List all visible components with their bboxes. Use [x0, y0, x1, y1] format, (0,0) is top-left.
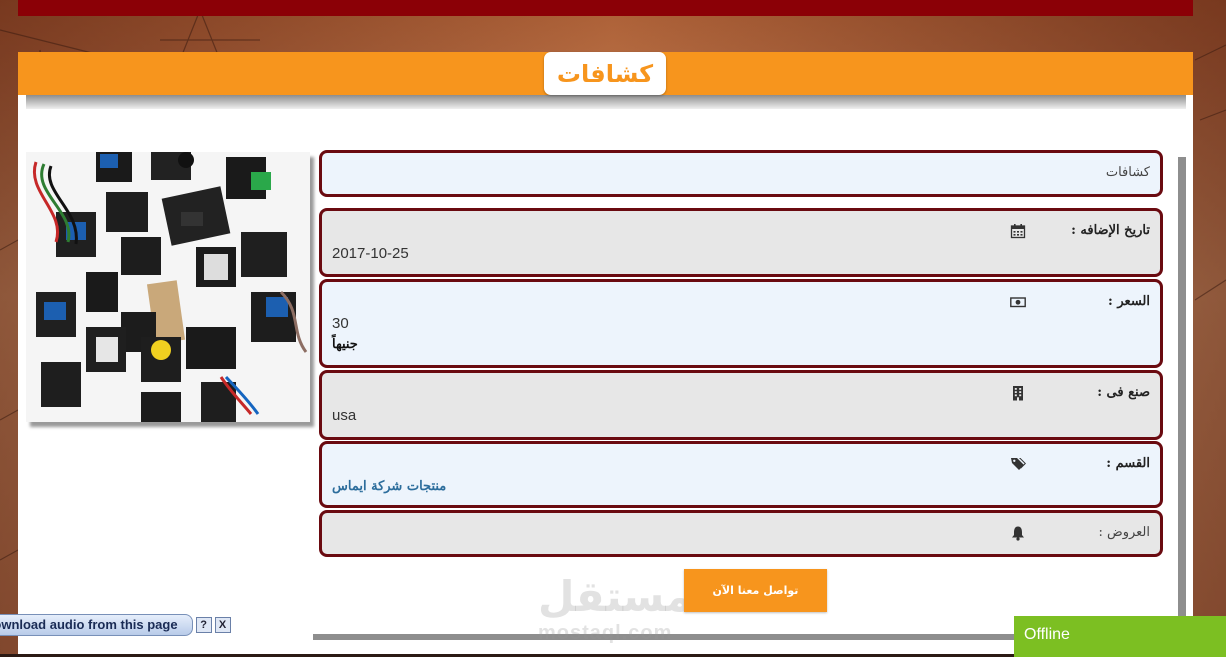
offers-label: العروض : — [1098, 525, 1150, 540]
bell-icon — [1012, 526, 1024, 541]
download-audio-link[interactable]: Download audio from this page — [0, 614, 193, 636]
audio-download-toolbar: Download audio from this page ? X — [0, 614, 231, 636]
contact-now-button[interactable]: تواصل معنا الآن — [684, 569, 827, 612]
category-link[interactable]: منتجات شركة ايماس — [332, 479, 446, 494]
product-panel: كشافات كشافات تاريخ الإضافه: 2017-10-25… — [18, 52, 1193, 657]
close-icon[interactable]: X — [214, 617, 231, 633]
price-value: 30 — [332, 315, 349, 332]
product-name: كشافات — [1105, 165, 1150, 180]
category-row: القسم : منتجات شركة ايماس — [319, 441, 1163, 508]
category-label: القسم : — [1106, 456, 1150, 471]
date-added-label: تاريخ الإضافه : — [1071, 223, 1150, 238]
title-band-shadow — [26, 95, 1186, 109]
help-icon[interactable]: ? — [195, 617, 212, 633]
page-title: كشافات — [544, 52, 666, 95]
calendar-icon — [1010, 224, 1026, 239]
chat-status-offline[interactable]: Offline — [1014, 616, 1226, 657]
date-added-value: 2017-10-25 — [332, 245, 409, 262]
price-row: السعر : 30 جنيهاً — [319, 279, 1163, 368]
price-currency: جنيهاً — [332, 337, 358, 352]
sensor-kit-illustration — [26, 152, 310, 422]
mostaql-watermark: مستقل mostaql.com — [538, 572, 692, 644]
offers-row: العروض : — [319, 510, 1163, 557]
made-in-row: صنع فى : usa — [319, 370, 1163, 440]
tags-icon — [1011, 458, 1026, 470]
product-image — [26, 152, 310, 422]
price-label: السعر : — [1108, 294, 1150, 309]
made-in-value: usa — [332, 407, 357, 424]
content-shadow-right — [1178, 157, 1186, 627]
top-bar — [18, 0, 1193, 16]
date-added-row: تاريخ الإضافه : 2017-10-25 — [319, 208, 1163, 277]
product-name-row: كشافات — [319, 150, 1163, 197]
building-icon — [1013, 386, 1023, 401]
money-icon — [1010, 297, 1026, 308]
made-in-label: صنع فى : — [1097, 385, 1150, 400]
